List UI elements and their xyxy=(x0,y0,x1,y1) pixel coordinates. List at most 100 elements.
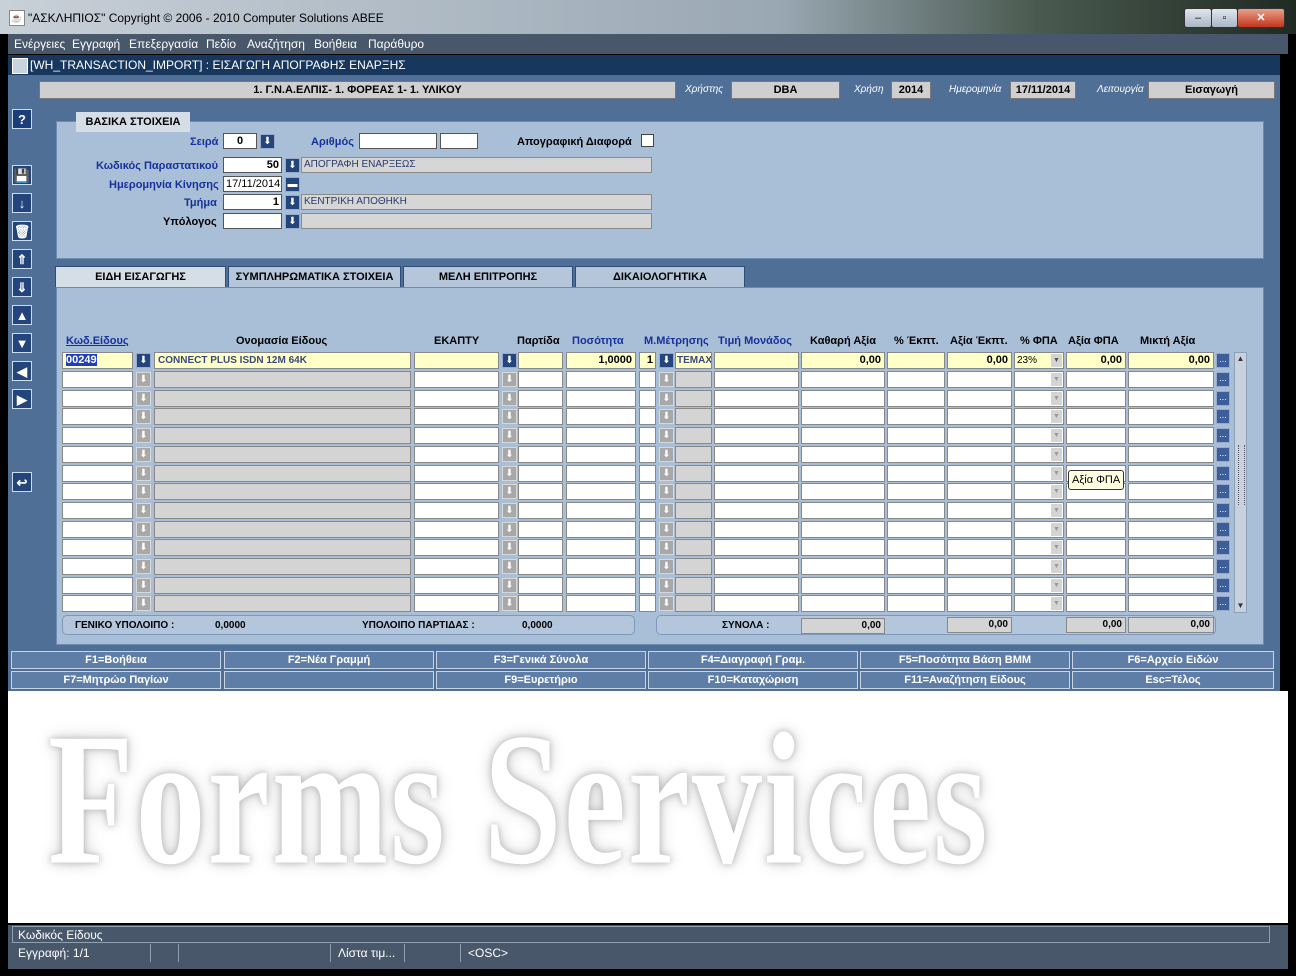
vat-value-cell[interactable] xyxy=(1066,446,1126,463)
trash-icon[interactable]: 🗑 xyxy=(12,221,32,241)
unit-price-cell[interactable] xyxy=(714,446,799,463)
department-lov-icon[interactable]: ⬇ xyxy=(285,195,300,210)
unit-price-cell[interactable] xyxy=(714,577,799,594)
f9-index-button[interactable]: F9=Ευρετήριο xyxy=(436,671,646,689)
esc-exit-button[interactable]: Esc=Τέλος xyxy=(1072,671,1274,689)
item-code-lov-icon[interactable]: ⬇ xyxy=(136,484,151,499)
vat-pct-select[interactable]: ▼ xyxy=(1014,446,1064,463)
department-field[interactable]: 1 xyxy=(223,194,282,210)
quantity-cell[interactable] xyxy=(566,408,636,425)
batch-cell[interactable] xyxy=(518,465,563,482)
vat-value-cell[interactable] xyxy=(1066,558,1126,575)
move-date-field[interactable]: 17/11/2014 xyxy=(223,176,282,192)
discount-value-cell[interactable] xyxy=(947,371,1012,388)
batch-cell[interactable] xyxy=(518,595,563,612)
gross-value-cell[interactable] xyxy=(1128,577,1214,594)
item-code-lov-icon[interactable]: ⬇ xyxy=(136,409,151,424)
quantity-cell[interactable] xyxy=(566,390,636,407)
scroll-down-icon[interactable]: ▼ xyxy=(1235,600,1246,611)
discount-pct-cell[interactable] xyxy=(887,539,945,556)
chevron-down-icon[interactable]: ▼ xyxy=(1051,373,1062,386)
unit-code-cell[interactable] xyxy=(639,483,656,500)
net-value-cell[interactable] xyxy=(801,446,885,463)
item-code-lov-icon[interactable]: ⬇ xyxy=(136,540,151,555)
row-more-button[interactable]: ... xyxy=(1216,447,1230,462)
gross-value-cell[interactable] xyxy=(1128,483,1214,500)
chevron-down-icon[interactable]: ▼ xyxy=(1051,429,1062,442)
f7-assets-button[interactable]: F7=Μητρώο Παγίων xyxy=(11,671,221,689)
batch-cell[interactable] xyxy=(518,521,563,538)
unit-code-cell[interactable] xyxy=(639,427,656,444)
net-value-cell[interactable] xyxy=(801,408,885,425)
unit-price-cell[interactable] xyxy=(714,521,799,538)
unit-code-cell[interactable] xyxy=(639,539,656,556)
unit-code-cell[interactable] xyxy=(639,446,656,463)
vat-pct-select[interactable]: ▼ xyxy=(1014,595,1064,612)
scroll-up-icon[interactable]: ▲ xyxy=(1235,353,1246,364)
vat-value-cell[interactable] xyxy=(1066,539,1126,556)
discount-pct-cell[interactable] xyxy=(887,427,945,444)
discount-value-cell[interactable] xyxy=(947,577,1012,594)
discount-value-cell[interactable] xyxy=(947,446,1012,463)
ekaptu-cell[interactable] xyxy=(414,408,499,425)
menu-record[interactable]: Εγγραφή xyxy=(72,37,120,51)
minimize-button[interactable]: – xyxy=(1184,8,1212,28)
item-code-cell[interactable] xyxy=(62,371,133,388)
item-code-cell[interactable]: 00249 xyxy=(62,352,133,369)
batch-cell[interactable] xyxy=(518,558,563,575)
discount-value-cell[interactable] xyxy=(947,390,1012,407)
ekaptu-lov-icon[interactable]: ⬇ xyxy=(502,484,517,499)
close-button[interactable]: ✕ xyxy=(1237,8,1285,28)
discount-pct-cell[interactable] xyxy=(887,558,945,575)
net-value-cell[interactable] xyxy=(801,521,885,538)
row-more-button[interactable]: ... xyxy=(1216,372,1230,387)
save-icon[interactable]: 💾 xyxy=(12,165,32,185)
unit-code-cell[interactable] xyxy=(639,577,656,594)
net-value-cell[interactable] xyxy=(801,465,885,482)
net-value-cell[interactable] xyxy=(801,390,885,407)
quantity-cell[interactable] xyxy=(566,502,636,519)
net-value-cell[interactable] xyxy=(801,595,885,612)
row-more-button[interactable]: ... xyxy=(1216,522,1230,537)
discount-value-cell[interactable] xyxy=(947,483,1012,500)
discount-value-cell[interactable] xyxy=(947,521,1012,538)
ekaptu-cell[interactable] xyxy=(414,521,499,538)
ekaptu-cell[interactable] xyxy=(414,539,499,556)
discount-value-cell[interactable] xyxy=(947,539,1012,556)
gross-value-cell[interactable] xyxy=(1128,446,1214,463)
scroll-thumb[interactable] xyxy=(1238,445,1245,505)
doc-code-lov-icon[interactable]: ⬇ xyxy=(285,158,300,173)
tab-documents[interactable]: ΔΙΚΑΙΟΛΟΓΗΤΙΚΑ xyxy=(575,266,745,287)
unit-price-cell[interactable] xyxy=(714,408,799,425)
f10-commit-button[interactable]: F10=Καταχώριση xyxy=(648,671,858,689)
row-more-button[interactable]: ... xyxy=(1216,484,1230,499)
chevron-down-icon[interactable]: ▼ xyxy=(1051,467,1062,480)
help-button[interactable]: ? xyxy=(12,109,32,129)
row-more-button[interactable]: ... xyxy=(1216,503,1230,518)
net-value-cell[interactable] xyxy=(801,427,885,444)
unit-lov-icon[interactable]: ⬇ xyxy=(659,466,674,481)
f4-delete-row-button[interactable]: F4=Διαγραφή Γραμ. xyxy=(648,651,858,669)
quantity-cell[interactable] xyxy=(566,371,636,388)
batch-cell[interactable] xyxy=(518,352,563,369)
f11-search-item-button[interactable]: F11=Αναζήτηση Είδους xyxy=(860,671,1070,689)
discount-value-cell[interactable] xyxy=(947,408,1012,425)
chevron-down-icon[interactable]: ▼ xyxy=(1051,485,1062,498)
item-code-cell[interactable] xyxy=(62,408,133,425)
vat-pct-select[interactable]: ▼ xyxy=(1014,539,1064,556)
gross-value-cell[interactable] xyxy=(1128,539,1214,556)
item-code-cell[interactable] xyxy=(62,446,133,463)
discount-pct-cell[interactable] xyxy=(887,446,945,463)
discount-value-cell[interactable] xyxy=(947,427,1012,444)
menu-edit[interactable]: Επεξεργασία xyxy=(129,37,198,51)
vat-pct-select[interactable]: ▼ xyxy=(1014,465,1064,482)
item-code-lov-icon[interactable]: ⬇ xyxy=(136,391,151,406)
unit-price-cell[interactable] xyxy=(714,390,799,407)
unit-lov-icon[interactable]: ⬇ xyxy=(659,540,674,555)
ekaptu-lov-icon[interactable]: ⬇ xyxy=(502,428,517,443)
unit-lov-icon[interactable]: ⬇ xyxy=(659,353,674,368)
unit-lov-icon[interactable]: ⬇ xyxy=(659,596,674,611)
item-code-lov-icon[interactable]: ⬇ xyxy=(136,428,151,443)
unit-code-cell[interactable]: 1 xyxy=(639,352,656,369)
chevron-down-icon[interactable]: ▼ xyxy=(1051,448,1062,461)
